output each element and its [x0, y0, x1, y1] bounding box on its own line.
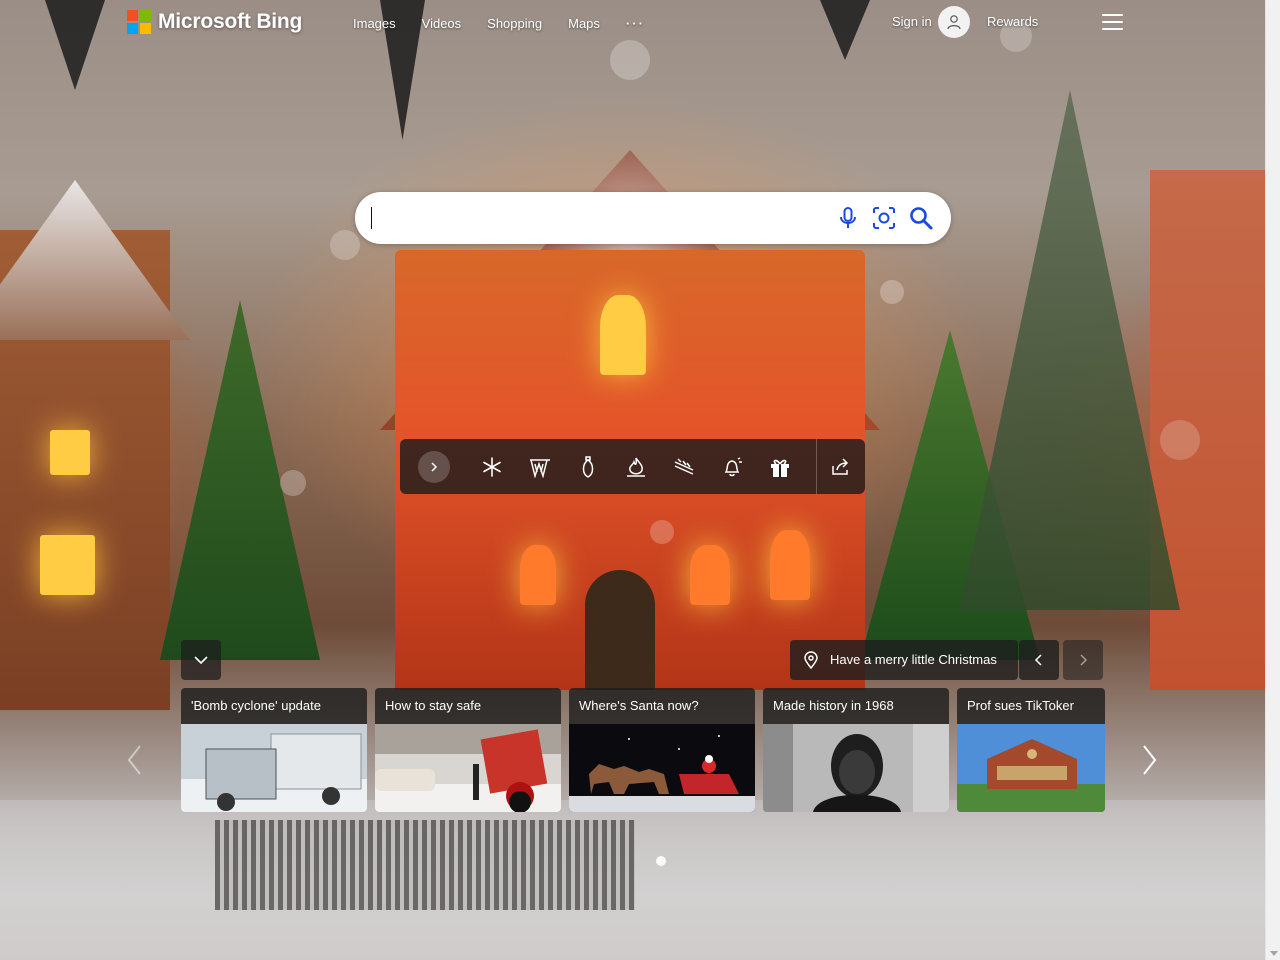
rewards-link[interactable]: Rewards: [987, 14, 1038, 29]
christmas-tree: [960, 90, 1180, 610]
ski-trail-icon[interactable]: [672, 455, 696, 479]
next-image-button[interactable]: [1063, 640, 1103, 680]
left-house-window: [40, 535, 95, 595]
center-house-window: [690, 545, 730, 605]
nav-images[interactable]: Images: [353, 16, 396, 31]
hamburger-menu-icon[interactable]: [1102, 14, 1123, 30]
chevron-down-icon: [194, 656, 208, 665]
search-box: [355, 192, 951, 244]
news-card-title: 'Bomb cyclone' update: [191, 698, 321, 713]
nav-videos[interactable]: Videos: [422, 16, 462, 31]
snowflake: [280, 470, 306, 496]
expand-arrow-icon[interactable]: [418, 451, 450, 483]
carousel-left-chevron-icon[interactable]: [124, 742, 146, 778]
menu-line: [1102, 14, 1123, 16]
news-card-title: Prof sues TikToker: [967, 698, 1074, 713]
chevron-right-icon: [1080, 654, 1088, 666]
news-card-title: How to stay safe: [385, 698, 482, 713]
center-house-window: [600, 295, 646, 375]
nav-more-menu[interactable]: ···: [626, 16, 645, 31]
flame-icon[interactable]: [624, 455, 648, 479]
news-card-thumbnail: [763, 724, 949, 812]
sign-in-link[interactable]: Sign in: [892, 14, 932, 29]
menu-line: [1102, 21, 1123, 23]
previous-image-button[interactable]: [1019, 640, 1059, 680]
nav-maps[interactable]: Maps: [568, 16, 600, 31]
snowflake: [330, 230, 360, 260]
news-card[interactable]: How to stay safe: [375, 688, 561, 812]
snowflake: [880, 280, 904, 304]
news-card[interactable]: 'Bomb cyclone' update: [181, 688, 367, 812]
logo-square: [140, 10, 151, 21]
chevron-left-icon: [1034, 654, 1042, 666]
visual-search-icon[interactable]: [871, 205, 897, 231]
news-card-thumbnail: [181, 724, 367, 812]
snowflake: [1160, 420, 1200, 460]
snowflake: [656, 856, 666, 866]
snowflake: [650, 520, 674, 544]
news-carousel: 'Bomb cyclone' update How to stay safe W…: [181, 688, 1105, 812]
news-card-thumbnail: [957, 724, 1105, 812]
image-toolbar: [400, 439, 865, 494]
snowflake-icon[interactable]: [480, 455, 504, 479]
left-house-window: [50, 430, 90, 475]
center-house-window: [770, 530, 810, 600]
news-card-title: Where's Santa now?: [579, 698, 699, 713]
user-icon: [947, 15, 961, 30]
microphone-icon[interactable]: [835, 205, 861, 231]
news-card-thumbnail: [375, 724, 561, 812]
logo-square: [127, 10, 138, 21]
center-house-door: [585, 570, 655, 690]
gift-icon[interactable]: [768, 455, 792, 479]
news-card[interactable]: Where's Santa now?: [569, 688, 755, 812]
news-card-thumbnail: [569, 724, 755, 812]
page-scrollbar[interactable]: [1265, 0, 1280, 960]
menu-line: [1102, 28, 1123, 30]
text-caret: [371, 207, 372, 229]
location-pin-icon: [804, 651, 818, 669]
news-card-title: Made history in 1968: [773, 698, 894, 713]
snowflake: [610, 40, 650, 80]
news-card[interactable]: Prof sues TikToker: [957, 688, 1105, 812]
mountains-icon[interactable]: [528, 455, 552, 479]
bell-icon[interactable]: [720, 455, 744, 479]
avatar[interactable]: [938, 6, 970, 38]
collapse-feed-button[interactable]: [181, 640, 221, 680]
top-nav: Images Videos Shopping Maps ···: [340, 16, 658, 31]
logo-square: [140, 23, 151, 34]
nav-shopping[interactable]: Shopping: [487, 16, 542, 31]
center-house-window: [520, 545, 556, 605]
search-icon[interactable]: [908, 205, 934, 231]
fence: [215, 820, 635, 910]
share-icon[interactable]: [828, 455, 852, 479]
header: Microsoft Bing Images Videos Shopping Ma…: [0, 0, 1265, 46]
caption-text: Have a merry little Christmas: [830, 652, 997, 667]
search-input[interactable]: [371, 204, 821, 232]
logo-square: [127, 23, 138, 34]
carousel-right-chevron-icon[interactable]: [1138, 742, 1160, 778]
image-caption-button[interactable]: Have a merry little Christmas: [790, 640, 1018, 680]
ornament-icon[interactable]: [576, 455, 600, 479]
scroll-down-arrow-icon[interactable]: [1270, 951, 1278, 956]
toolbar-divider: [816, 439, 817, 494]
news-card[interactable]: Made history in 1968: [763, 688, 949, 812]
logo-text: Microsoft Bing: [158, 10, 303, 33]
bing-logo[interactable]: Microsoft Bing: [127, 10, 302, 34]
microsoft-logo-icon: [127, 10, 151, 34]
